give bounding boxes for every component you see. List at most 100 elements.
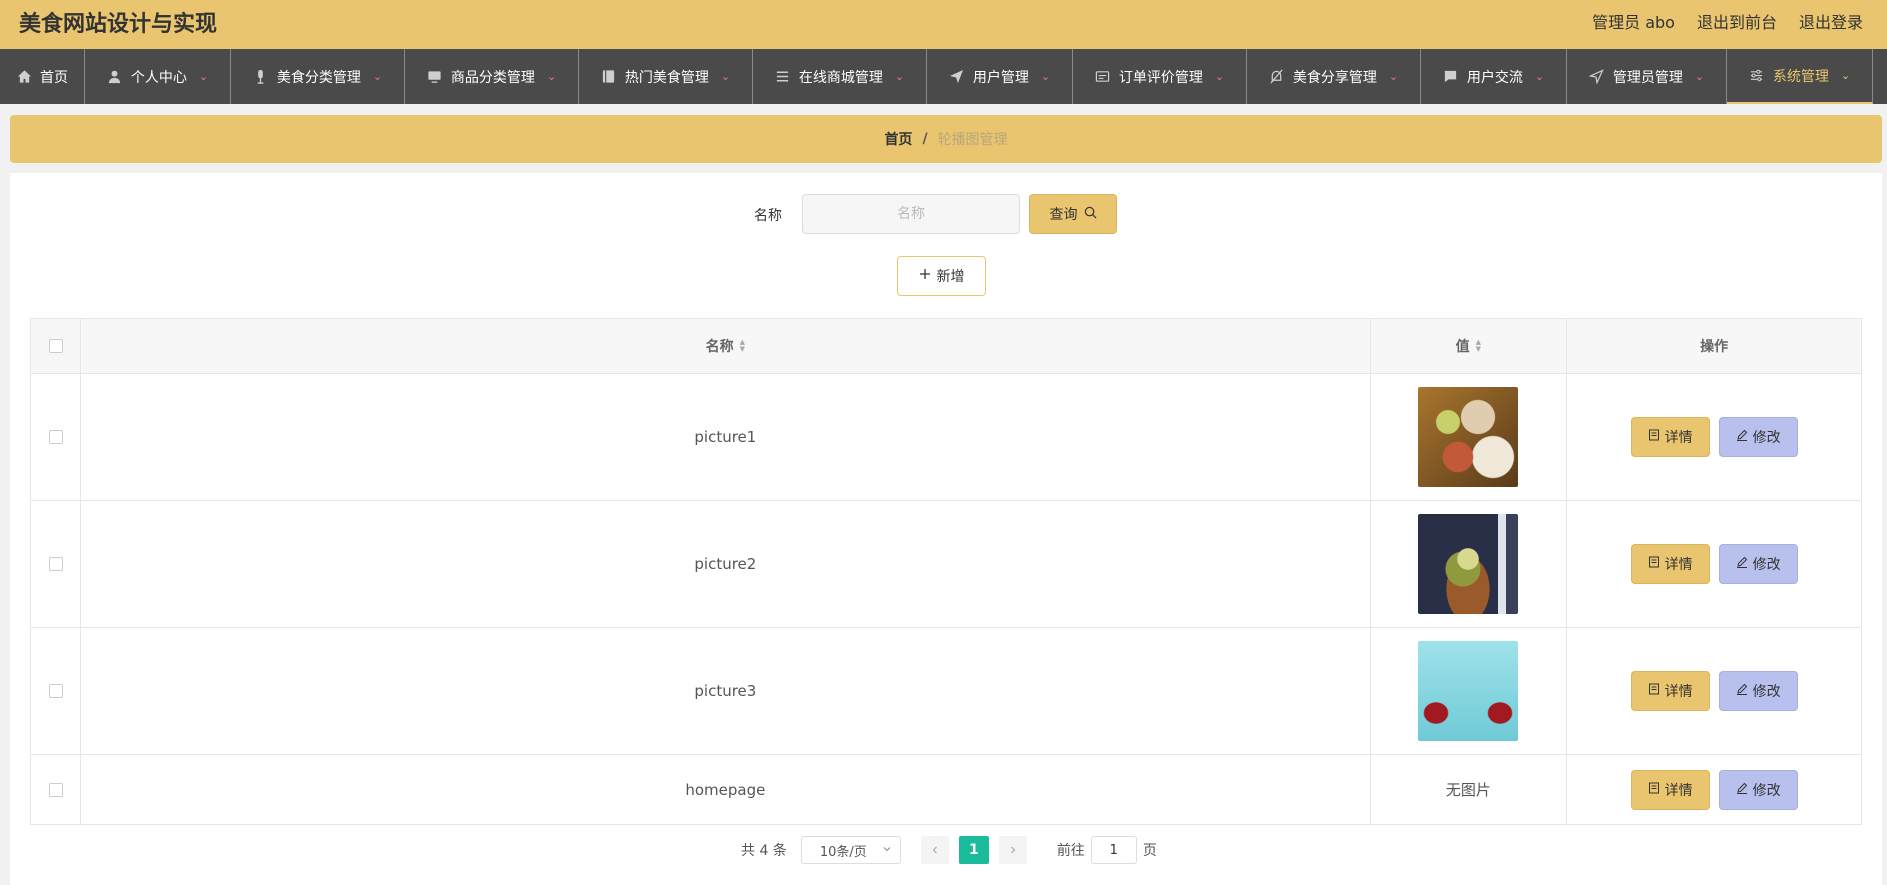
- pagination-total: 共 4 条: [741, 843, 787, 859]
- add-button-label: 新增: [936, 269, 965, 285]
- row-checkbox[interactable]: [48, 782, 63, 797]
- chat-icon: [1443, 69, 1459, 85]
- chevron-down-icon: ⌄: [198, 70, 209, 83]
- home-icon: [16, 69, 32, 85]
- page-number-current[interactable]: 1: [958, 836, 989, 864]
- column-header-name[interactable]: 名称: [706, 336, 734, 356]
- nav-label: 管理员管理: [1612, 69, 1683, 86]
- chevron-down-icon: ⌄: [1534, 70, 1545, 83]
- search-button-label: 查询: [1049, 207, 1078, 223]
- next-page-button[interactable]: [998, 836, 1027, 864]
- food-thumbnail[interactable]: [1418, 387, 1519, 487]
- chevron-down-icon: ⌄: [546, 70, 557, 83]
- nav-item-food-share[interactable]: 美食分享管理 ⌄: [1247, 49, 1421, 104]
- chevron-down-icon: ⌄: [1040, 70, 1051, 83]
- nav-item-system[interactable]: 系统管理 ⌄: [1727, 49, 1873, 104]
- nav-item-home[interactable]: 首页: [0, 49, 85, 104]
- edit-icon: [1736, 683, 1748, 699]
- prev-page-button[interactable]: [920, 836, 949, 864]
- search-input[interactable]: [802, 194, 1020, 234]
- nav-item-admins[interactable]: 管理员管理 ⌄: [1567, 49, 1727, 104]
- add-button[interactable]: 新增: [897, 256, 986, 296]
- document-icon: [1648, 556, 1660, 572]
- table-row: picture2 详情 修改: [31, 501, 1861, 628]
- edit-button[interactable]: 修改: [1718, 769, 1798, 810]
- document-icon: [1648, 683, 1660, 699]
- app-header: 美食网站设计与实现 管理员 abo 退出到前台 退出登录: [0, 0, 1887, 49]
- nav-item-goods-category[interactable]: 商品分类管理 ⌄: [405, 49, 579, 104]
- nav-label: 系统管理: [1772, 68, 1829, 85]
- row-checkbox[interactable]: [48, 684, 63, 698]
- sort-icon[interactable]: ▲ ▼: [1476, 339, 1481, 353]
- detail-button[interactable]: 详情: [1630, 671, 1710, 711]
- sliders-icon: [1749, 68, 1765, 84]
- nav-label: 美食分类管理: [276, 69, 361, 86]
- chevron-down-icon: ⌄: [1388, 70, 1399, 83]
- detail-button[interactable]: 详情: [1630, 417, 1710, 457]
- user-icon: [107, 69, 123, 85]
- top-nav: 首页 个人中心 ⌄ 美食分类管理 ⌄ 商品分类管理 ⌄ 热门美食管理 ⌄ 在线商…: [0, 49, 1887, 104]
- nav-item-user-chat[interactable]: 用户交流 ⌄: [1421, 49, 1567, 104]
- chevron-down-icon: [882, 843, 892, 858]
- breadcrumb-separator: /: [922, 131, 928, 147]
- app-title: 美食网站设计与实现: [19, 12, 218, 37]
- edit-icon: [1736, 556, 1748, 572]
- book-icon: [601, 69, 617, 85]
- search-icon: [1084, 206, 1097, 223]
- search-button[interactable]: 查询: [1029, 194, 1117, 234]
- column-header-value[interactable]: 值: [1456, 336, 1470, 356]
- nav-label: 商品分类管理: [450, 69, 535, 86]
- chevron-down-icon: ⌄: [1840, 69, 1851, 82]
- nav-label: 热门美食管理: [624, 69, 709, 86]
- list-icon: [775, 69, 791, 85]
- food-thumbnail[interactable]: [1418, 641, 1519, 741]
- column-header-actions: 操作: [1700, 339, 1729, 355]
- row-checkbox[interactable]: [48, 557, 63, 571]
- page-unit-label: 页: [1142, 843, 1157, 859]
- send-icon: [949, 69, 965, 85]
- logout-link[interactable]: 退出登录: [1799, 9, 1863, 33]
- nav-item-hot-food[interactable]: 热门美食管理 ⌄: [579, 49, 753, 104]
- nav-item-online-mall[interactable]: 在线商城管理 ⌄: [753, 49, 927, 104]
- nav-item-order-review[interactable]: 订单评价管理 ⌄: [1073, 49, 1247, 104]
- pagination: 共 4 条 10条/页 1 前往 页: [741, 836, 1157, 864]
- sort-icon[interactable]: ▲ ▼: [740, 339, 745, 353]
- row-name: homepage: [81, 755, 1371, 824]
- row-checkbox[interactable]: [48, 430, 63, 444]
- chevron-down-icon: ⌄: [894, 70, 905, 83]
- search-label: 名称: [754, 208, 782, 224]
- nav-label: 个人中心: [130, 69, 187, 86]
- edit-button[interactable]: 修改: [1718, 417, 1798, 457]
- header-actions: 管理员 abo 退出到前台 退出登录: [1592, 9, 1863, 33]
- nav-item-food-category[interactable]: 美食分类管理 ⌄: [231, 49, 405, 104]
- page-size-select[interactable]: 10条/页: [800, 836, 901, 864]
- no-image-text: 无图片: [1371, 755, 1568, 824]
- nav-label: 订单评价管理: [1118, 69, 1203, 86]
- nav-label: 美食分享管理: [1292, 69, 1377, 86]
- chevron-down-icon: ⌄: [720, 70, 731, 83]
- mic-icon: [253, 69, 269, 85]
- goto-label: 前往: [1056, 843, 1085, 859]
- table-row: picture1 详情 修改: [31, 374, 1861, 501]
- nav-label: 在线商城管理: [798, 69, 883, 86]
- select-all-checkbox[interactable]: [48, 339, 63, 353]
- edit-icon: [1736, 429, 1748, 445]
- nav-item-profile[interactable]: 个人中心 ⌄: [85, 49, 231, 104]
- navigation-icon: [1589, 69, 1605, 85]
- to-front-link[interactable]: 退出到前台: [1697, 9, 1777, 33]
- chevron-down-icon: ⌄: [372, 70, 383, 83]
- edit-button[interactable]: 修改: [1718, 671, 1798, 711]
- detail-button[interactable]: 详情: [1630, 769, 1710, 810]
- food-thumbnail[interactable]: [1418, 514, 1519, 614]
- data-table: 名称 ▲ ▼ 值 ▲ ▼ 操作 picture1 详情 修改 picture2 详情…: [30, 318, 1862, 825]
- plus-icon: [919, 268, 931, 284]
- row-name: picture1: [81, 374, 1371, 500]
- detail-button[interactable]: 详情: [1630, 544, 1710, 584]
- edit-icon: [1736, 782, 1748, 798]
- monitor-icon: [427, 69, 443, 85]
- breadcrumb-home[interactable]: 首页: [884, 129, 912, 149]
- edit-button[interactable]: 修改: [1718, 544, 1798, 584]
- goto-page-input[interactable]: [1090, 836, 1137, 864]
- table-header: 名称 ▲ ▼ 值 ▲ ▼ 操作: [31, 319, 1861, 374]
- nav-item-users[interactable]: 用户管理 ⌄: [927, 49, 1073, 104]
